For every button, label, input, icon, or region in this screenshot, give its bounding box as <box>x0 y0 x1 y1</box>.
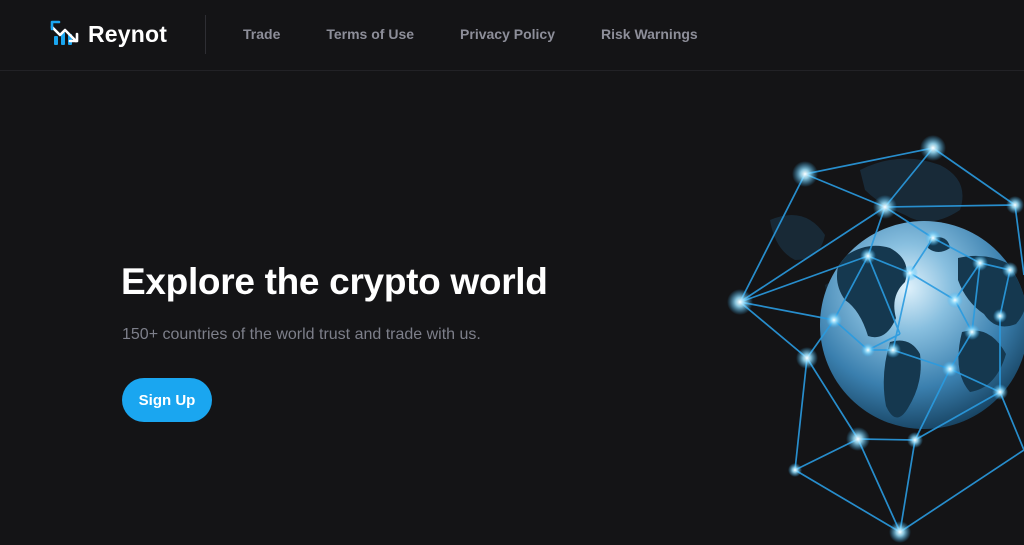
header-divider <box>205 15 206 54</box>
nav-link-trade[interactable]: Trade <box>243 26 280 42</box>
page: Reynot Trade Terms of Use Privacy Policy… <box>0 0 1024 545</box>
nav-link-risk-warnings[interactable]: Risk Warnings <box>601 26 698 42</box>
brand-name: Reynot <box>88 20 168 47</box>
hero-subtitle: 150+ countries of the world trust and tr… <box>122 326 481 343</box>
hero-title: Explore the crypto world <box>121 261 548 302</box>
site-header: Reynot Trade Terms of Use Privacy Policy… <box>0 0 1024 71</box>
nav-link-privacy-policy[interactable]: Privacy Policy <box>460 26 555 42</box>
main-nav: Trade Terms of Use Privacy Policy Risk W… <box>243 0 744 68</box>
brand-logo[interactable]: Reynot <box>50 16 167 52</box>
network-globe-illustration <box>727 135 1024 543</box>
sign-up-button[interactable]: Sign Up <box>122 378 212 422</box>
chart-trend-icon <box>50 20 79 45</box>
nav-link-terms-of-use[interactable]: Terms of Use <box>326 26 414 42</box>
